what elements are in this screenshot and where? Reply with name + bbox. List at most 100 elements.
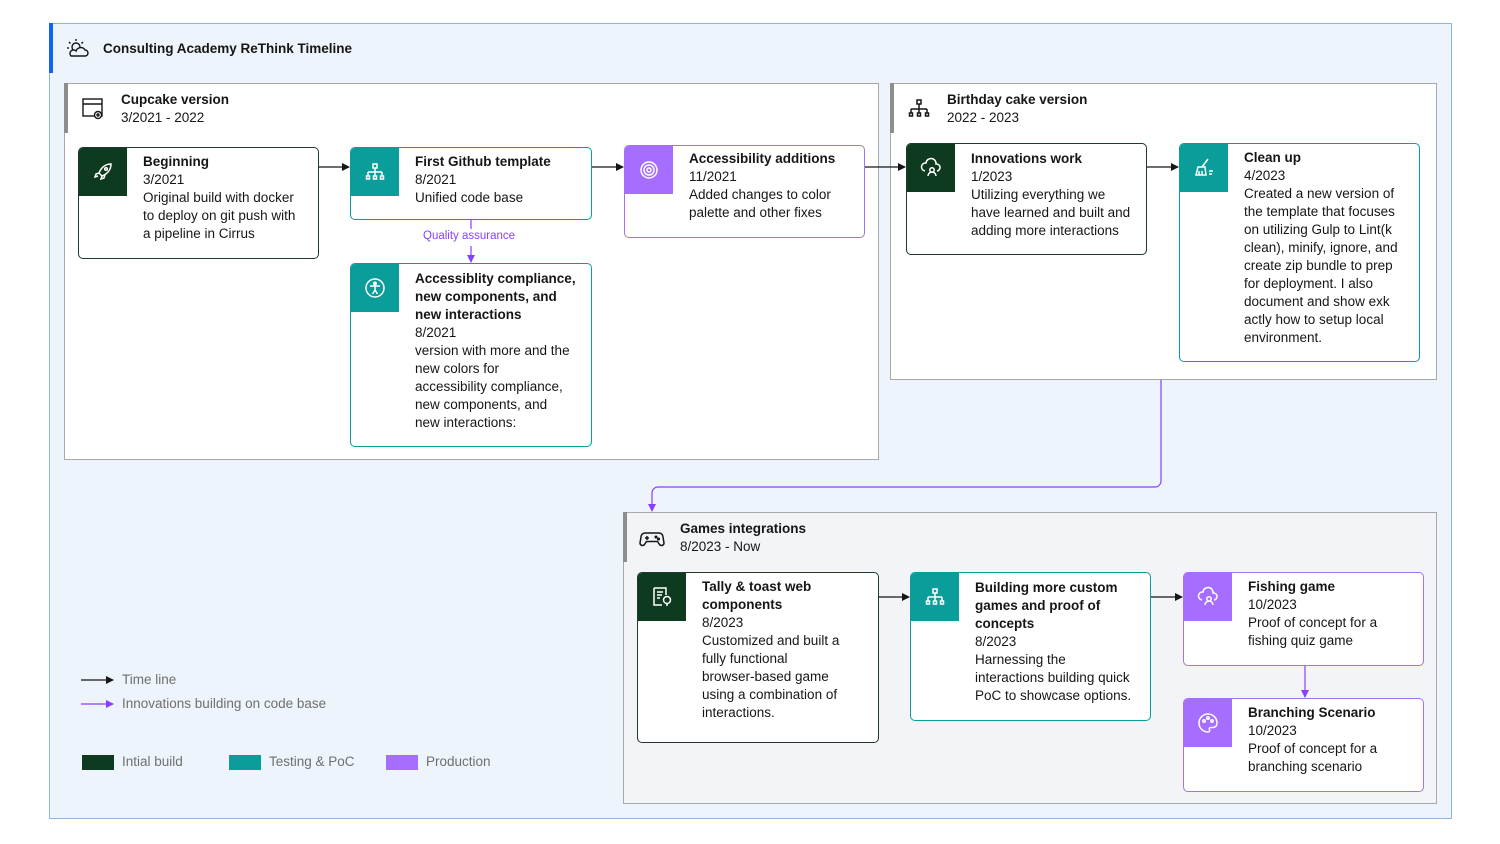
card-title: Accessibility additions [689, 151, 836, 166]
card-text: Customized and built a [702, 633, 840, 648]
group-accent-bar [890, 83, 894, 133]
target-icon [625, 146, 673, 194]
card-title: Tally & toast web [702, 579, 812, 594]
card-custom-games[interactable]: Building more custom games and proof of … [910, 572, 1151, 721]
card-accessibility-compliance[interactable]: Accessiblity compliance, new components,… [350, 263, 592, 447]
card-text: clean), minify, ignore, and [1244, 240, 1398, 255]
card-text: Unified code base [415, 190, 524, 205]
group-dates: 2022 - 2023 [947, 110, 1020, 125]
card-text: PoC to showcase options. [975, 688, 1132, 703]
card-title: Building more custom [975, 580, 1118, 595]
card-title: Clean up [1244, 150, 1302, 165]
card-tally-toast[interactable]: Tally & toast web components 8/2023 Cust… [637, 572, 879, 743]
legend-swatch-production [386, 755, 418, 770]
card-title: new components, and [415, 289, 557, 304]
card-date: 1/2023 [971, 169, 1013, 184]
card-text: accessibility compliance, [415, 379, 563, 394]
card-date: 8/2023 [702, 615, 744, 630]
card-fishing-game[interactable]: Fishing game 10/2023 Proof of concept fo… [1183, 572, 1424, 666]
card-title: First Github template [415, 154, 551, 169]
card-date: 10/2023 [1248, 723, 1297, 738]
card-date: 8/2023 [975, 634, 1017, 649]
card-title: Beginning [143, 154, 209, 169]
card-title: Fishing game [1248, 579, 1336, 594]
card-title: Innovations work [971, 151, 1083, 166]
browser-settings-icon [82, 98, 103, 120]
legend-initial: Intial build [122, 754, 183, 769]
card-text: Proof of concept for a [1248, 615, 1378, 630]
card-text: interactions building quick [975, 670, 1130, 685]
card-title: components [702, 597, 783, 612]
cloud-sun-icon [67, 39, 89, 57]
group-title: Cupcake version [121, 92, 230, 107]
card-text: on utilizing Gulp to Lint(k [1244, 222, 1392, 237]
page-title: Consulting Academy ReThink Timeline [103, 41, 353, 56]
card-date: 11/2021 [689, 169, 737, 184]
quality-assurance-label: Quality assurance [423, 230, 516, 242]
group-dates: 3/2021 - 2022 [121, 110, 205, 125]
card-text: Original build with docker [143, 190, 294, 205]
card-text: have learned and built and [971, 205, 1131, 220]
cloud-worker-icon [1184, 573, 1232, 621]
hierarchy-icon [911, 573, 959, 621]
broom-icon [1180, 144, 1228, 192]
card-clean-up[interactable]: Clean up 4/2023 Created a new version of… [1179, 143, 1420, 362]
card-text: to deploy on git push with [143, 208, 296, 223]
card-github[interactable]: First Github template 8/2021 Unified cod… [350, 147, 592, 220]
card-text: create zip bundle to prep [1244, 258, 1393, 273]
accessibility-icon [351, 264, 399, 312]
card-branching-scenario[interactable]: Branching Scenario 10/2023 Proof of conc… [1183, 698, 1424, 792]
card-date: 4/2023 [1244, 168, 1286, 183]
card-text: new components, and [415, 397, 548, 412]
card-date: 10/2023 [1248, 597, 1297, 612]
card-date: 8/2021 [415, 172, 457, 187]
card-text: Harnessing the [975, 652, 1066, 667]
card-text: a pipeline in Cirrus [143, 226, 255, 241]
card-text: version with more and the [415, 343, 570, 358]
card-date: 8/2021 [415, 325, 457, 340]
group-accent-bar [64, 83, 68, 133]
card-text: actly how to setup local [1244, 312, 1384, 327]
hierarchy-icon [351, 148, 399, 196]
rocket-icon [79, 148, 127, 196]
card-date: 3/2021 [143, 172, 185, 187]
cloud-worker-icon [907, 144, 955, 192]
card-title: games and proof of [975, 598, 1101, 613]
card-text: branching scenario [1248, 759, 1363, 774]
legend-timeline: Time line [122, 672, 177, 687]
card-text: Proof of concept for a [1248, 741, 1378, 756]
card-title: concepts [975, 616, 1035, 631]
legend-swatch-testing [229, 755, 261, 770]
card-innovations-work[interactable]: Innovations work 1/2023 Utilizing everyt… [906, 143, 1147, 255]
card-text: for deployment. I also [1244, 276, 1374, 291]
card-text: Created a new version of [1244, 186, 1395, 201]
group-accent-bar [623, 512, 627, 562]
card-text: Added changes to color [689, 187, 831, 202]
legend-production: Production [426, 754, 491, 769]
group-dates: 8/2023 - Now [680, 539, 761, 554]
card-text: the template that focuses [1244, 204, 1395, 219]
card-text: new colors for [415, 361, 500, 376]
card-title: new interactions [415, 307, 522, 322]
legend-testing: Testing & PoC [269, 754, 355, 769]
hierarchy-icon [908, 99, 930, 117]
card-text: using a combination of [702, 687, 838, 702]
legend-swatch-initial [82, 755, 114, 770]
card-text: interactions. [702, 705, 775, 720]
group-title: Games integrations [680, 521, 807, 536]
card-accessibility-additions[interactable]: Accessibility additions 11/2021 Added ch… [624, 145, 865, 238]
card-text: fully functional [702, 651, 788, 666]
legend-innovations: Innovations building on code base [122, 696, 327, 711]
palette-icon [1184, 699, 1232, 747]
card-text: Utilizing everything we [971, 187, 1106, 202]
card-text: fishing quiz game [1248, 633, 1354, 648]
card-beginning[interactable]: Beginning 3/2021 Original build with doc… [78, 147, 319, 259]
document-idea-icon [638, 573, 686, 621]
frame-accent-bar [49, 23, 53, 73]
card-title: Branching Scenario [1248, 705, 1376, 720]
card-title: Accessiblity compliance, [415, 271, 576, 286]
card-text: environment. [1244, 330, 1323, 345]
card-text: palette and other fixes [689, 205, 822, 220]
card-text: document and show exk [1244, 294, 1390, 309]
group-title: Birthday cake version [947, 92, 1088, 107]
